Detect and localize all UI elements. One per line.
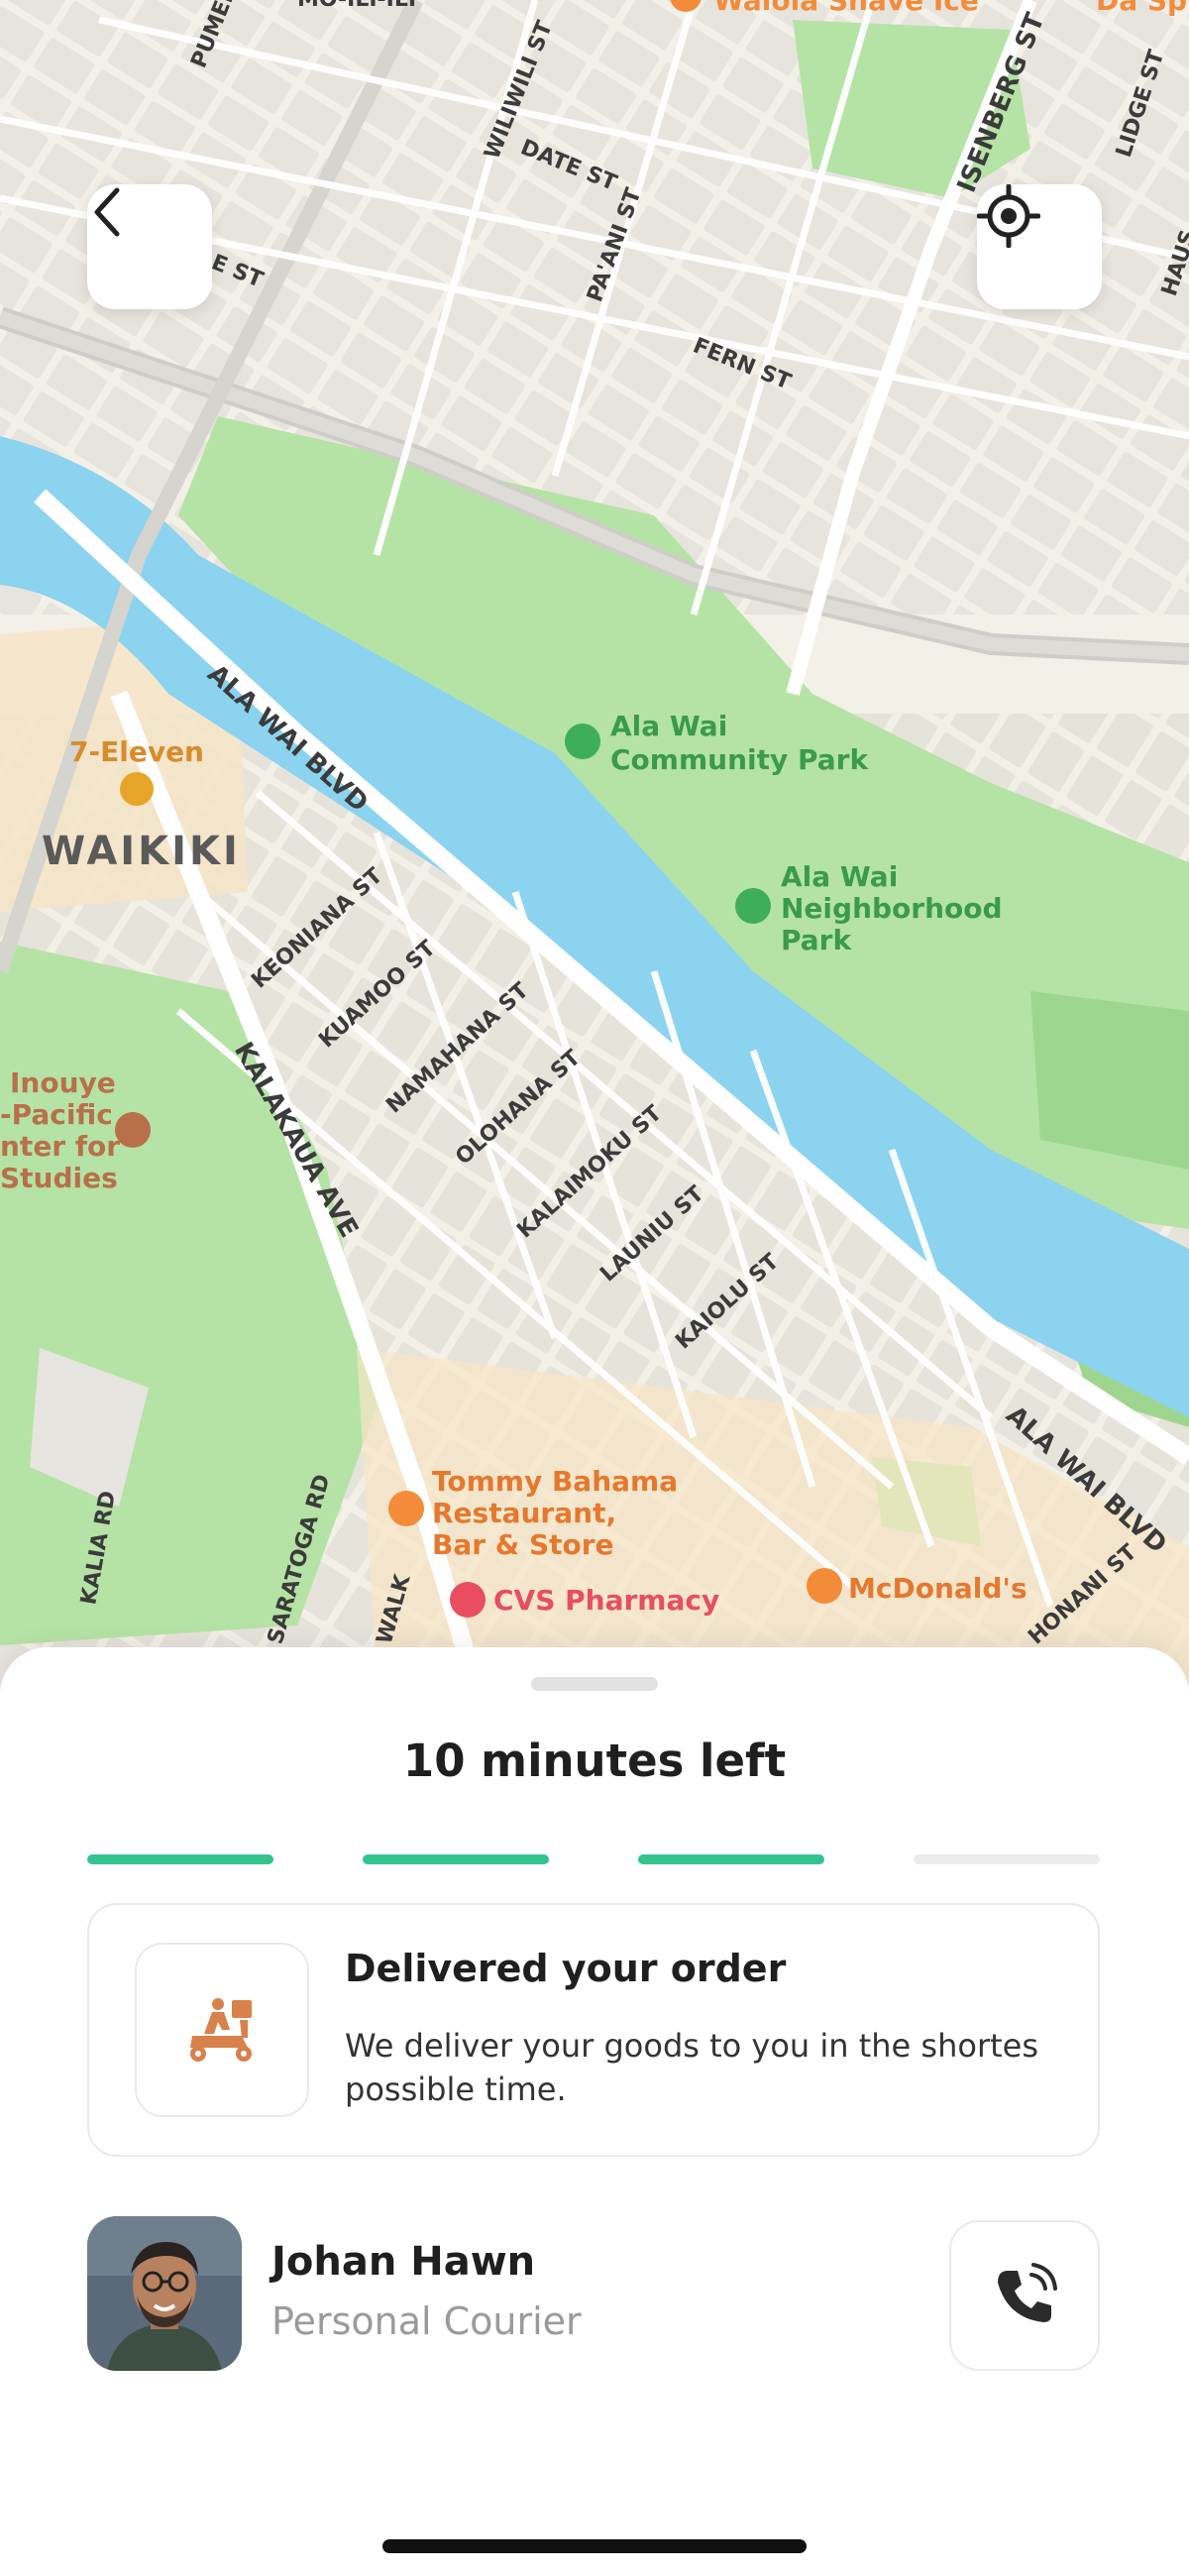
progress-step (363, 1854, 549, 1864)
park-pin-icon[interactable] (565, 724, 600, 759)
poi-label: Neighborhood (781, 892, 1003, 925)
pharmacy-pin-icon[interactable] (450, 1582, 486, 1618)
poi-label: Park (781, 924, 852, 956)
school-pin-icon[interactable] (115, 1112, 151, 1148)
courier-role: Personal Courier (271, 2299, 582, 2343)
status-description: We deliver your goods to you in the shor… (345, 2027, 1038, 2108)
poi-label: -Pacific (0, 1098, 113, 1131)
back-button[interactable] (87, 184, 212, 309)
poi-label: Community Park (610, 743, 869, 776)
eta-title: 10 minutes left (402, 1735, 787, 1787)
map-view[interactable]: MO-ILI-ILI PUMEHANA ST WILIWILI ST DATE … (0, 0, 1189, 1685)
poi-label: CVS Pharmacy (493, 1584, 719, 1617)
poi-label: 7-Eleven (69, 735, 204, 768)
status-icon-box (135, 1943, 309, 2117)
progress-step (638, 1854, 824, 1864)
chevron-left-icon (94, 187, 120, 237)
restaurant-pin-icon[interactable] (807, 1568, 842, 1604)
courier-name: Johan Hawn (271, 2239, 536, 2285)
poi-label: Waiola Shave Ice (713, 0, 979, 17)
poi-label: McDonald's (848, 1572, 1027, 1605)
delivery-status-sheet: 10 minutes left Delivered your order We … (0, 1647, 1189, 2576)
locate-me-button[interactable] (977, 184, 1102, 309)
park-pin-icon[interactable] (735, 888, 771, 924)
poi-label: Inouye (10, 1066, 116, 1099)
home-indicator[interactable] (382, 2539, 807, 2553)
store-pin-icon[interactable] (120, 772, 154, 806)
poi-label: Bar & Store (432, 1528, 614, 1561)
poi-label: Studies (0, 1162, 118, 1194)
district-label: WAIKIKI (42, 829, 241, 874)
delivery-scooter-icon (190, 1998, 252, 2062)
map-label: MO-ILI-ILI (297, 0, 416, 12)
call-courier-button[interactable] (949, 2220, 1100, 2371)
poi-label: Tommy Bahama (432, 1465, 678, 1498)
status-title: Delivered your order (345, 1947, 787, 1990)
restaurant-pin-icon[interactable] (388, 1491, 424, 1526)
courier-avatar[interactable] (87, 2216, 242, 2371)
phone-icon (998, 2263, 1057, 2322)
poi-label: Restaurant, (432, 1497, 616, 1529)
crosshair-icon (977, 184, 1040, 248)
progress-step (87, 1854, 273, 1864)
sheet-drag-handle[interactable] (531, 1677, 658, 1691)
poi-label: Ala Wai (781, 860, 898, 893)
poi-label: Da Sp (1096, 0, 1187, 17)
poi-label: Ala Wai (610, 710, 727, 742)
poi-label: nter for (0, 1130, 120, 1163)
status-card: Delivered your order We deliver your goo… (87, 1903, 1100, 2157)
progress-step (914, 1854, 1100, 1864)
